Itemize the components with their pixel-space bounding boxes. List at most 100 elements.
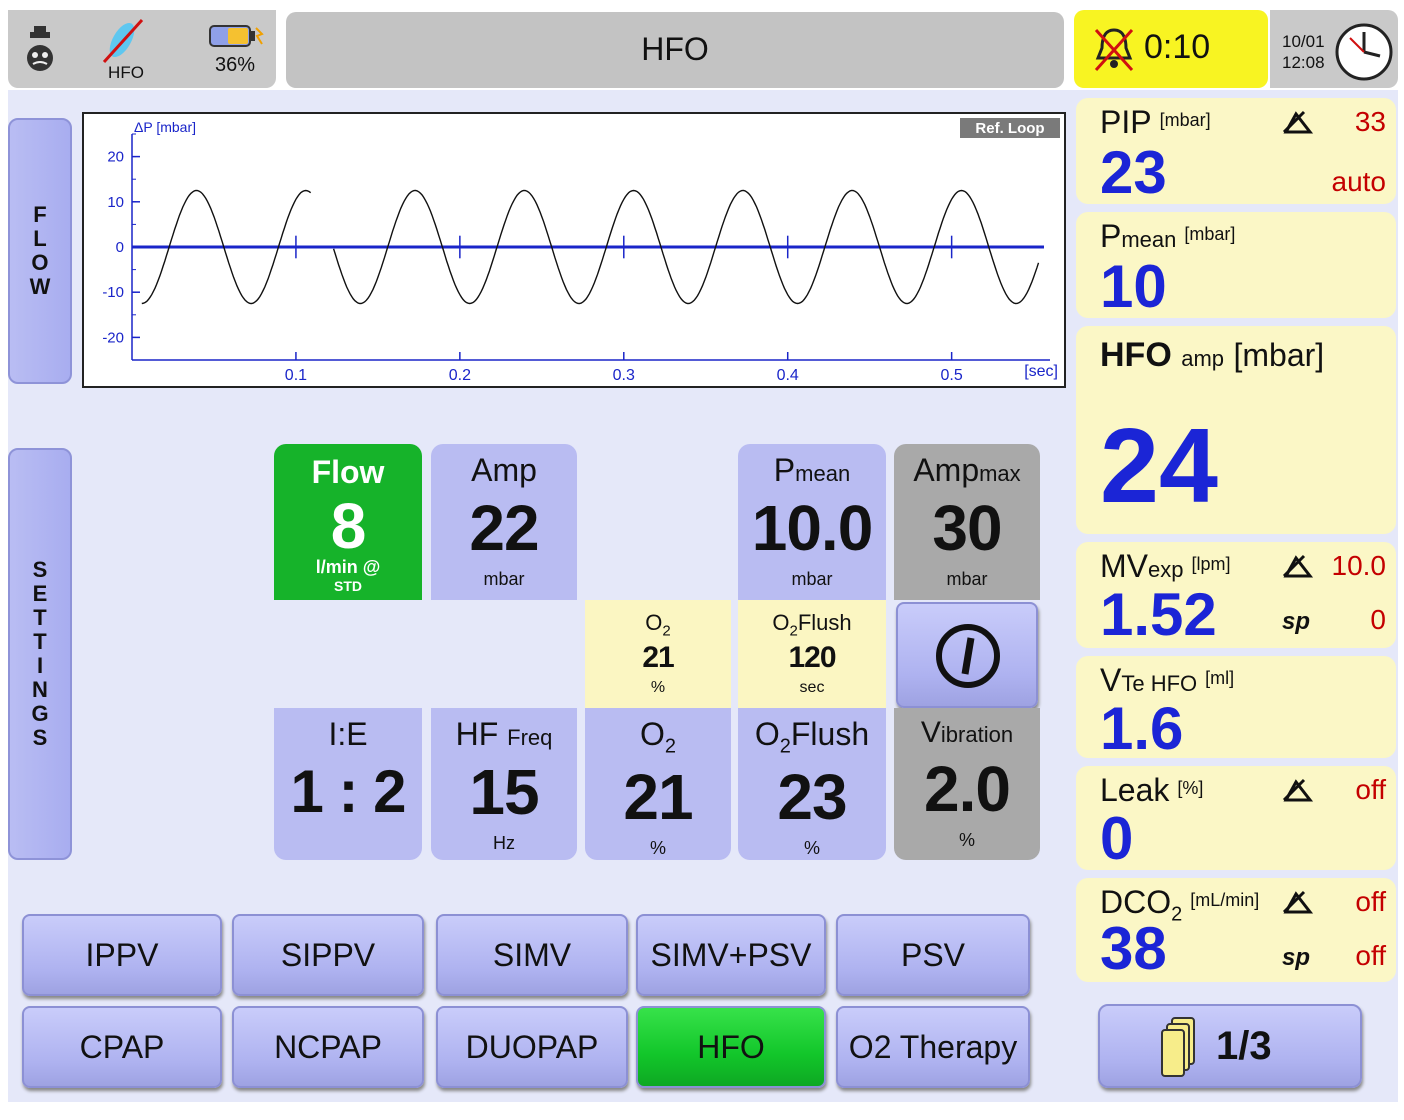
mode-button-cpap[interactable]: CPAP [22,1006,222,1088]
o2flush-setting-tile[interactable]: O2Flush 23 % [738,708,886,860]
mode-button-simv[interactable]: SIMV [436,914,628,996]
flow-tab[interactable]: FLOW [8,118,72,384]
o2-small-value: 21 [642,641,674,675]
vtehfo-mon-name: V [1100,662,1122,698]
hfoamp-mon-value: 24 [1100,407,1218,525]
pmean-mon-value: 10 [1100,253,1167,320]
leak-limit: off [1355,774,1386,805]
o2-setting-value: 21 [623,761,693,834]
y-tick-label: 0 [116,239,124,256]
vtehfo-monitor: VTe HFO [ml] 1.6 [1076,656,1396,762]
hffreq-setting-label-sub: Freq [507,725,553,750]
flow-letter: L [33,226,47,251]
alarm-limit-icon [1282,890,1314,916]
o2flush-setting-unit: % [803,838,820,859]
waveform-svg: ΔP [mbar] 20 10 0 -10 -20 0.1 0.2 0.3 0.4 0.5 [sec]… [102,118,1060,384]
flow-letter: O [31,250,49,275]
amp-setting-tile[interactable]: Amp 22 mbar [431,444,577,600]
mvexp-mon-name: MV [1100,548,1148,584]
o2-setting-label: O [639,716,665,752]
clock-panel: 10/01 12:08 [1270,10,1398,88]
pip-name: PIP [1100,104,1152,140]
settings-letter: S [32,557,48,582]
mvexp-mon-value: 1.52 [1100,581,1217,648]
vtehfo-mon-unit: [ml] [1205,668,1235,688]
page-indicator: 1/3 [1216,1024,1272,1068]
x-tick-label: 0.5 [941,367,963,384]
dco2-mon-value: 38 [1100,915,1167,982]
alarm-silence-button[interactable]: 0:10 [1074,10,1268,88]
y-tick-label: 10 [107,194,124,211]
pmean-setting-tile[interactable]: Pmean 10.0 mbar [738,444,886,600]
x-tick-label: 0.1 [285,367,307,384]
o2-small-label: O [645,610,663,635]
o2flush-setting-sub: 2 [779,735,791,758]
mvexp-monitor: MVexp [lpm] 1.52 10.0 sp 0 [1076,542,1396,648]
clock-icon [1334,22,1394,82]
manual-breath-button[interactable] [896,602,1038,708]
settings-letter: E [32,581,48,606]
mode-button-sippv[interactable]: SIPPV [232,914,424,996]
vibration-setting-unit: % [958,830,975,850]
o2flush-setting-label: O [754,716,780,752]
alarm-limit-icon [1282,110,1314,136]
alarm-limit-icon [1282,778,1314,804]
manual-breath-icon [934,622,1002,690]
mode-button-ippv[interactable]: IPPV [22,914,222,996]
mvexp-spont: 0 [1370,604,1386,635]
mode-button-duopap[interactable]: DUOPAP [436,1006,628,1088]
hfoamp-mon-unit: [mbar] [1233,337,1325,373]
o2flush-small-tile[interactable]: O2Flush 120 sec [738,600,886,708]
mode-button-psv[interactable]: PSV [836,914,1030,996]
y-tick-label: -20 [102,329,124,346]
mvexp-mon-name-sub: exp [1148,557,1184,582]
vtehfo-mon-value: 1.6 [1100,695,1184,762]
ie-setting-tile[interactable]: I:E 1 : 2 [274,708,422,860]
mode-button-ncpap[interactable]: NCPAP [232,1006,424,1088]
pmean-mon-unit: [mbar] [1184,224,1236,244]
date-display: 10/01 [1282,32,1325,51]
hffreq-setting-tile[interactable]: HF Freq 15 Hz [431,708,577,860]
vibration-setting-tile[interactable]: Vibration 2.0 % [894,708,1040,860]
settings-letter: I [36,653,44,678]
hfoamp-mon-name-sub: amp [1181,346,1225,371]
hfoamp-monitor: HFO amp [mbar] 24 [1076,326,1396,534]
mvexp-mon-unit: [lpm] [1191,554,1231,574]
ampmax-setting-tile[interactable]: Ampmax 30 mbar [894,444,1040,600]
mode-button-simv-psv[interactable]: SIMV+PSV [636,914,826,996]
pmean-setting-unit: mbar [791,569,833,589]
leak-mon-name: Leak [1100,772,1170,808]
hffreq-setting-unit: Hz [493,833,515,853]
leak-mon-unit: [%] [1177,778,1204,798]
page-switch-button[interactable]: 1/3 [1098,1004,1362,1088]
pip-value: 23 [1100,139,1167,206]
flow-setting-tile[interactable]: Flow 8 l/min @ STD [274,444,422,600]
ampmax-setting-label: Amp [913,452,980,488]
o2flush-small-unit: sec [799,679,825,697]
amp-setting-label: Amp [471,452,537,488]
leak-monitor: Leak [%] 0 off [1076,766,1396,872]
patient-icon [20,24,60,74]
flow-letter: W [29,274,51,299]
o2flush-setting-value: 23 [777,761,847,834]
pip-monitor: PIP [mbar] 23 33 auto [1076,98,1396,206]
ampmax-setting-unit: mbar [946,569,988,589]
flow-setting-unit2: STD [334,578,362,594]
mode-button-o2-therapy[interactable]: O2 Therapy [836,1006,1030,1088]
hffreq-setting-value: 15 [469,756,539,828]
ampmax-setting-label-sub: max [979,461,1021,486]
settings-tab[interactable]: SETTINGS [8,448,72,860]
y-axis-label: ΔP [mbar] [134,119,196,135]
dco2-mon-sub: 2 [1171,903,1183,926]
settings-letter: N [32,677,48,702]
o2-setting-tile[interactable]: O2 21 % [585,708,731,860]
y-tick-label: 20 [107,149,124,166]
settings-letter: G [31,701,49,726]
o2-small-tile[interactable]: O2 21 % [585,600,731,708]
pmean-setting-value: 10.0 [751,492,874,564]
alarm-limit-icon [1282,554,1314,580]
mode-button-hfo[interactable]: HFO [636,1006,826,1088]
hffreq-setting-label: HF [455,716,499,752]
settings-letter: S [32,725,48,750]
o2-small-unit: % [650,679,666,697]
